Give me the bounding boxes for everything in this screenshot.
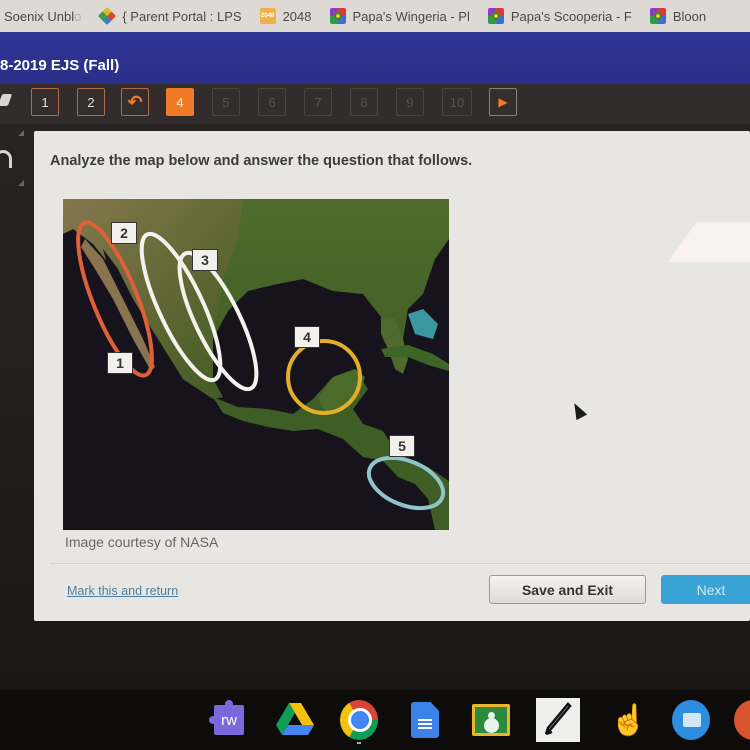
pen-icon	[544, 702, 572, 736]
pencil-icon[interactable]	[0, 94, 13, 106]
touch-hand-app[interactable]: ☝	[610, 700, 648, 740]
expand-corner-icon	[18, 180, 24, 186]
bookmarks-bar: Soenix Unbl o { Parent Portal : LPS 2048 …	[0, 0, 750, 32]
google-drive-icon	[276, 703, 314, 735]
satellite-map: 1 2 3 4 5	[63, 199, 449, 530]
google-classroom-app[interactable]	[472, 700, 510, 740]
google-docs-icon	[411, 702, 439, 738]
divider	[50, 563, 750, 564]
bookmark-label: Bloon	[672, 8, 707, 24]
bookmark-label: { Parent Portal : LPS	[122, 8, 242, 24]
question-panel: Analyze the map below and answer the que…	[34, 131, 750, 621]
bookmark-papas-scooperia[interactable]: Papa's Scooperia - F	[487, 0, 650, 32]
files-app[interactable]	[672, 700, 710, 740]
folder-icon	[672, 700, 710, 740]
page-button-9: 9	[396, 88, 424, 116]
drawing-app[interactable]	[536, 698, 580, 742]
page-button-4[interactable]: 4	[166, 88, 194, 116]
page-button-1[interactable]: 1	[31, 88, 59, 116]
bookmark-label: 2048	[282, 8, 312, 24]
bookmark-label: Papa's Scooperia - F	[510, 8, 632, 24]
bookmark-soenix[interactable]: Soenix Unbl o	[0, 0, 99, 32]
next-page-arrow-icon[interactable]: ▶	[489, 88, 517, 116]
2048-icon: 2048	[259, 8, 276, 24]
pointing-hand-icon: ☝	[610, 703, 648, 737]
page-button-5: 5	[212, 88, 240, 116]
expand-corner-icon	[18, 130, 24, 136]
chrome-icon	[340, 700, 378, 740]
parent-portal-icon	[98, 6, 117, 26]
page-button-10: 10	[442, 88, 472, 116]
google-classroom-icon	[472, 704, 510, 736]
bookmark-label: Soenix Unbl	[4, 8, 75, 24]
map-label-5: 5	[389, 435, 415, 457]
headphones-icon[interactable]	[0, 150, 12, 168]
question-pagination: 1 2 ↶ 4 5 6 7 8 9 10 ▶	[0, 84, 750, 124]
map-label-2: 2	[111, 222, 137, 244]
partial-app[interactable]	[734, 700, 750, 740]
google-drive-app[interactable]	[276, 700, 314, 740]
map-caption: Image courtesy of NASA	[65, 534, 219, 550]
map-label-3: 3	[192, 249, 218, 271]
puzzle-rw-icon: rw	[209, 700, 244, 735]
papa-icon	[649, 8, 666, 24]
page-button-2[interactable]: 2	[77, 88, 105, 116]
google-docs-app[interactable]	[406, 700, 444, 740]
app-icon	[734, 700, 750, 740]
bookmark-papas-wingeria[interactable]: Papa's Wingeria - Pl	[329, 0, 488, 32]
course-header: 8-2019 EJS (Fall)	[0, 32, 750, 84]
bookmark-2048[interactable]: 2048 2048	[259, 0, 330, 32]
bookmark-label: Papa's Wingeria - Pl	[352, 8, 470, 24]
course-title: 8-2019 EJS (Fall)	[0, 57, 120, 74]
bookmark-bloons[interactable]: Bloon	[649, 0, 724, 32]
papa-icon	[487, 8, 504, 24]
chrome-app[interactable]	[340, 700, 378, 740]
return-arrow-icon[interactable]: ↶	[121, 88, 149, 116]
save-and-exit-button[interactable]: Save and Exit	[489, 575, 646, 604]
page-button-7: 7	[304, 88, 332, 116]
map-label-1: 1	[107, 352, 133, 374]
next-button[interactable]: Next	[661, 575, 750, 604]
page-button-6: 6	[258, 88, 286, 116]
running-indicator	[357, 742, 361, 744]
papa-icon	[329, 8, 346, 24]
map-label-4: 4	[294, 326, 320, 348]
read-write-app[interactable]: rw	[209, 700, 248, 740]
bookmark-parent-portal[interactable]: { Parent Portal : LPS	[98, 0, 259, 32]
question-prompt: Analyze the map below and answer the que…	[50, 153, 473, 169]
screen: Soenix Unbl o { Parent Portal : LPS 2048 …	[0, 0, 750, 750]
mark-and-return-link[interactable]: Mark this and return	[67, 584, 178, 598]
left-tool-rail	[0, 84, 28, 204]
page-button-8: 8	[350, 88, 378, 116]
